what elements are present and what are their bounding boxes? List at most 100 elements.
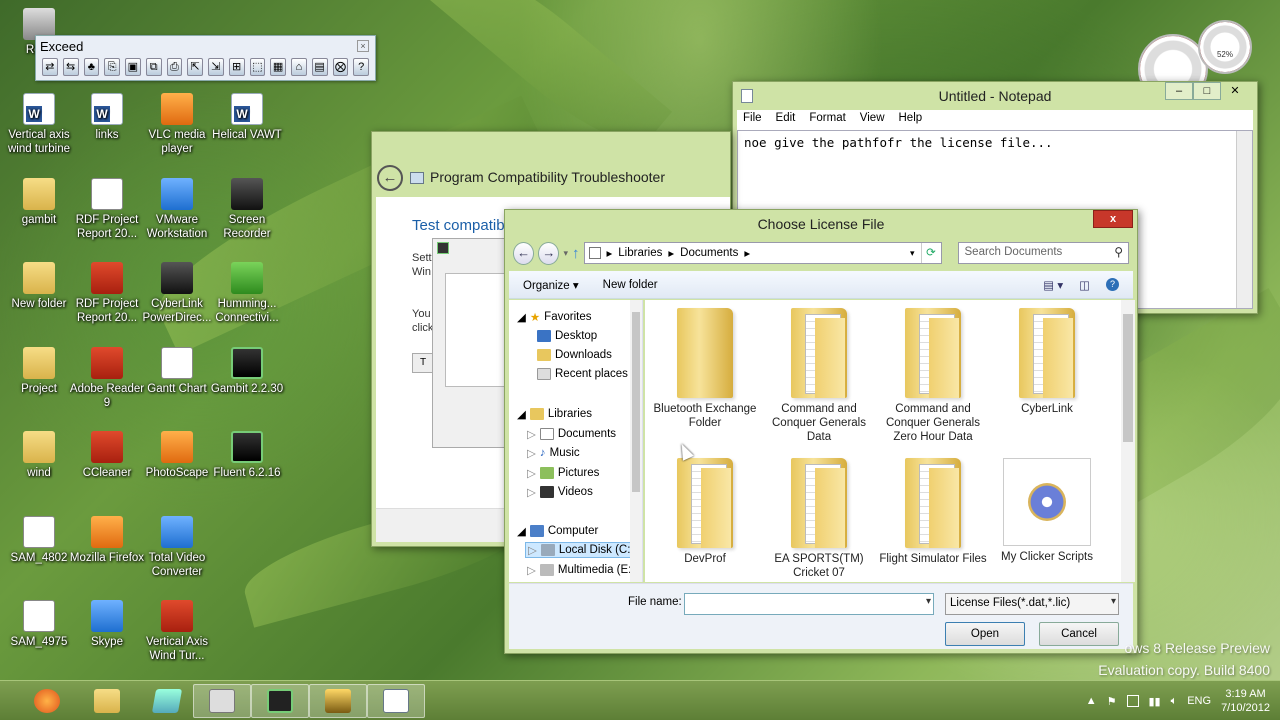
- file-list[interactable]: Bluetooth Exchange Folder Command and Con…: [645, 300, 1135, 582]
- exceed-tool-button[interactable]: ⨂: [332, 58, 349, 76]
- desktop-icon-item[interactable]: Gantt Chart: [137, 347, 217, 396]
- file-item[interactable]: Flight Simulator Files: [879, 458, 987, 566]
- taskbar-notepad[interactable]: [367, 684, 425, 718]
- taskbar-exceed[interactable]: [309, 684, 367, 718]
- clock[interactable]: 3:19 AM 7/10/2012: [1221, 687, 1270, 715]
- exceed-tool-button[interactable]: ⇆: [62, 58, 79, 76]
- maximize-button[interactable]: □: [1193, 82, 1221, 100]
- notepad-scrollbar[interactable]: [1236, 131, 1252, 308]
- exceed-tool-button[interactable]: ⬚: [249, 58, 266, 76]
- exceed-close-button[interactable]: ×: [357, 40, 369, 52]
- exceed-tool-button[interactable]: ⧉: [145, 58, 162, 76]
- cancel-button[interactable]: Cancel: [1039, 622, 1119, 646]
- recent-locations-icon[interactable]: ▾: [563, 248, 568, 259]
- desktop-icon-item[interactable]: Vertical Axis Wind Tur...: [137, 600, 217, 663]
- desktop-icon-item[interactable]: Fluent 6.2.16: [207, 431, 287, 480]
- up-arrow-icon[interactable]: ↑: [572, 245, 580, 262]
- exceed-tool-button[interactable]: ⎘: [104, 58, 120, 76]
- search-input[interactable]: Search Documents ⚲: [957, 242, 1130, 264]
- exceed-tool-button[interactable]: ⇄: [42, 58, 58, 76]
- breadcrumb[interactable]: ▸ Libraries ▸ Documents ▸ ▾ ⟳: [583, 242, 942, 264]
- desktop-icon-item[interactable]: PhotoScape: [137, 431, 217, 480]
- file-item[interactable]: Command and Conquer Generals Zero Hour D…: [879, 308, 987, 444]
- exceed-toolbar-window[interactable]: Exceed × ⇄ ⇆ ♣ ⎘ ▣ ⧉ ⎙ ⇱ ⇲ ⊞ ⬚ ▦ ⌂ ▤ ⨂?: [35, 35, 376, 81]
- battery-icon[interactable]: [1126, 695, 1139, 707]
- nav-scrollbar[interactable]: [630, 300, 642, 582]
- open-button[interactable]: Open: [945, 622, 1025, 646]
- organize-button[interactable]: Organize ▾: [523, 278, 579, 292]
- file-name-input[interactable]: ▾: [684, 593, 934, 615]
- desktop-icon-item[interactable]: Gambit 2.2.30: [207, 347, 287, 396]
- new-folder-button[interactable]: New folder: [603, 279, 658, 291]
- exceed-tool-button[interactable]: ▤: [311, 58, 328, 76]
- file-item[interactable]: DevProf: [651, 458, 759, 566]
- minimize-button[interactable]: –: [1165, 82, 1193, 100]
- file-item[interactable]: My Clicker Scripts: [993, 458, 1101, 564]
- forward-button[interactable]: →: [538, 241, 560, 265]
- file-item[interactable]: EA SPORTS(TM) Cricket 07: [765, 458, 873, 580]
- back-arrow-icon[interactable]: ←: [377, 165, 403, 191]
- navigation-pane[interactable]: ◢ ★ Favorites Desktop Downloads Recent pla…: [509, 300, 643, 582]
- nav-favorites[interactable]: ◢ ★ Favorites: [517, 310, 591, 324]
- back-button[interactable]: ←: [513, 241, 535, 265]
- desktop-icon-item[interactable]: VLC media player: [137, 93, 217, 156]
- breadcrumb-documents[interactable]: Documents: [680, 247, 738, 259]
- nav-libraries[interactable]: ◢ Libraries: [517, 407, 592, 421]
- nav-multimedia[interactable]: ▷ Multimedia (E:): [527, 563, 635, 577]
- desktop-icon-item[interactable]: Total Video Converter: [137, 516, 217, 579]
- desktop-icon-item[interactable]: Adobe Reader 9: [67, 347, 147, 410]
- exceed-tool-button[interactable]: ⎙: [166, 58, 183, 76]
- nav-pictures[interactable]: ▷ Pictures: [527, 466, 599, 480]
- taskbar-troubleshooter[interactable]: [193, 684, 251, 718]
- choose-license-file-dialog[interactable]: Choose License File x ← → ▾ ↑ ▸ Librarie…: [504, 209, 1138, 654]
- taskbar-app[interactable]: [138, 684, 196, 718]
- menu-item-file[interactable]: File: [743, 112, 762, 128]
- nav-documents[interactable]: ▷ Documents: [527, 427, 616, 441]
- desktop-icon-item[interactable]: Skype: [67, 600, 147, 649]
- help-icon[interactable]: ?: [1106, 277, 1119, 291]
- refresh-icon[interactable]: ⟳: [920, 243, 941, 263]
- language-indicator[interactable]: ENG: [1187, 695, 1211, 707]
- taskbar-firefox[interactable]: [18, 684, 76, 718]
- menu-item-view[interactable]: View: [860, 112, 885, 128]
- exceed-tool-button[interactable]: ⇲: [208, 58, 224, 76]
- notepad-close-button[interactable]: ✕: [1221, 82, 1249, 100]
- breadcrumb-libraries[interactable]: Libraries: [618, 247, 662, 259]
- nav-local-disk[interactable]: ▷ Local Disk (C:): [525, 542, 638, 558]
- chevron-down-icon[interactable]: ▾: [926, 596, 931, 607]
- desktop-icon-item[interactable]: Mozilla Firefox: [67, 516, 147, 565]
- desktop-icon-item[interactable]: RDF Project Report 20...: [67, 262, 147, 325]
- exceed-tool-button[interactable]: ⊞: [228, 58, 245, 76]
- menu-item-help[interactable]: Help: [899, 112, 923, 128]
- flag-icon[interactable]: ⚑: [1107, 695, 1117, 708]
- exceed-tool-button[interactable]: ⌂: [291, 58, 307, 76]
- volume-icon[interactable]: 🔈︎: [1171, 695, 1178, 708]
- file-item[interactable]: Command and Conquer Generals Data: [765, 308, 873, 444]
- test-program-button[interactable]: T: [412, 353, 434, 373]
- preview-pane-icon[interactable]: ◫: [1079, 278, 1090, 292]
- file-item[interactable]: CyberLink: [993, 308, 1101, 416]
- desktop-icon-item[interactable]: links: [67, 93, 147, 142]
- desktop-icon-item[interactable]: RDF Project Report 20...: [67, 178, 147, 241]
- network-icon[interactable]: ▮▮: [1149, 695, 1161, 708]
- nav-videos[interactable]: ▷ Videos: [527, 485, 593, 499]
- nav-desktop[interactable]: Desktop: [537, 330, 597, 342]
- nav-music[interactable]: ▷ ♪ Music: [527, 446, 580, 460]
- exceed-tool-button[interactable]: ▦: [270, 58, 286, 76]
- desktop-icon-item[interactable]: Humming... Connectivi...: [207, 262, 287, 325]
- show-hidden-icons-icon[interactable]: ▲: [1086, 695, 1097, 707]
- chevron-down-icon[interactable]: ▾: [910, 248, 915, 259]
- exceed-tool-button[interactable]: ♣: [83, 58, 100, 76]
- menu-item-format[interactable]: Format: [809, 112, 845, 128]
- taskbar-explorer[interactable]: [78, 684, 136, 718]
- nav-downloads[interactable]: Downloads: [537, 349, 612, 361]
- desktop-icon-item[interactable]: Screen Recorder: [207, 178, 287, 241]
- view-options-icon[interactable]: ▤ ▾: [1043, 278, 1063, 292]
- chevron-down-icon[interactable]: ▾: [1111, 596, 1116, 607]
- nav-computer[interactable]: ◢ Computer: [517, 524, 598, 538]
- exceed-tool-button[interactable]: ⇱: [187, 58, 203, 76]
- exceed-tool-button[interactable]: ▣: [125, 58, 141, 76]
- file-list-scrollbar[interactable]: [1121, 300, 1135, 582]
- desktop-icon-item[interactable]: CyberLink PowerDirec...: [137, 262, 217, 325]
- desktop-icon-item[interactable]: Helical VAWT: [207, 93, 287, 142]
